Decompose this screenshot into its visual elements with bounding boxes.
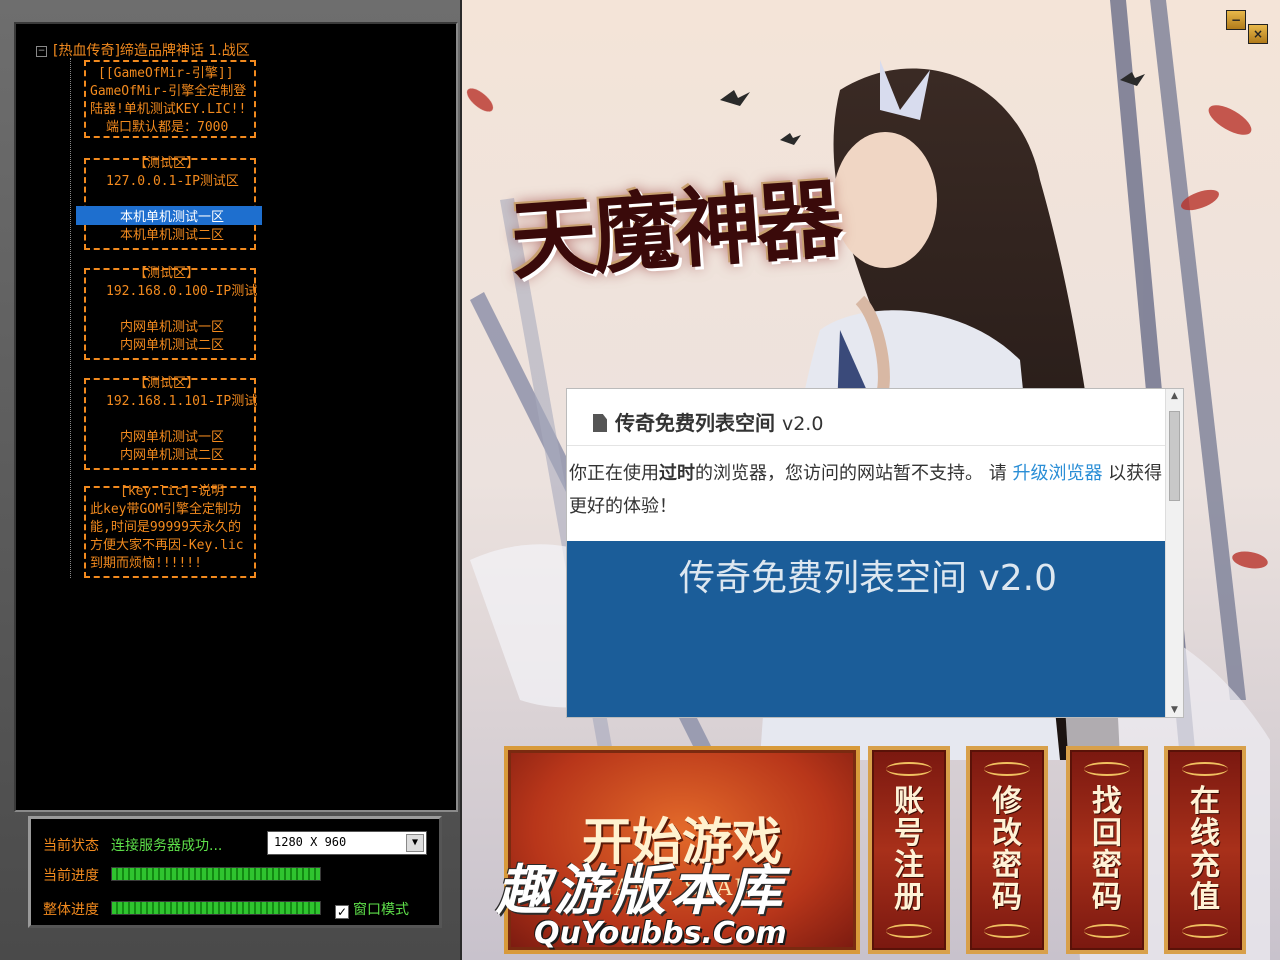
scroll-thumb[interactable] bbox=[1169, 411, 1180, 501]
recharge-label: 在线充值 bbox=[1190, 784, 1220, 915]
ornament-icon bbox=[886, 924, 932, 938]
minimize-button[interactable]: − bbox=[1226, 10, 1246, 30]
tree-item[interactable]: 端口默认都是：7000 bbox=[106, 116, 228, 135]
tree-item[interactable]: 陆器!单机测试KEY.LIC!! bbox=[90, 98, 246, 117]
browser-scrollbar[interactable]: ▲ ▼ bbox=[1165, 389, 1183, 717]
tree-guide-line bbox=[70, 58, 71, 578]
ornament-icon bbox=[984, 924, 1030, 938]
tree-item[interactable]: 内网单机测试一区 bbox=[120, 426, 224, 445]
tree-item-selected[interactable]: 本机单机测试一区 bbox=[76, 206, 262, 225]
tree-item[interactable]: [key.lic]-说明 bbox=[120, 480, 224, 499]
register-label: 账号注册 bbox=[894, 784, 924, 915]
ornament-icon bbox=[984, 762, 1030, 776]
resolution-value: 1280 X 960 bbox=[274, 835, 347, 849]
banner-title: 传奇免费列表空间 v2.0 bbox=[679, 558, 1058, 599]
tree-item[interactable]: 127.0.0.1-IP测试区 bbox=[106, 170, 239, 189]
divider bbox=[567, 445, 1167, 446]
tree-item[interactable]: 192.168.0.100-IP测试 bbox=[106, 280, 257, 299]
document-icon bbox=[593, 414, 607, 432]
browser-version: v2.0 bbox=[781, 413, 824, 435]
collapse-toggle-icon[interactable]: − bbox=[36, 45, 47, 57]
tree-item[interactable]: 内网单机测试二区 bbox=[120, 444, 224, 463]
watermark-chinese: 趣游版本库 bbox=[496, 858, 786, 922]
tree-item[interactable]: 【测试区】 bbox=[134, 152, 199, 171]
tree-item[interactable]: 192.168.1.101-IP测试 bbox=[106, 390, 257, 409]
status-panel: 当前状态 连接服务器成功... 1280 X 960 ▼ 当前进度 整体进度 ✓… bbox=[28, 816, 442, 928]
tree-item[interactable]: 【测试区】 bbox=[134, 372, 199, 391]
outdated-browser-message: 你正在使用过时的浏览器，您访问的网站暂不支持。 请 升级浏览器 以获得更好的体验… bbox=[569, 457, 1165, 523]
tree-item[interactable]: 内网单机测试二区 bbox=[120, 334, 224, 353]
upgrade-browser-link[interactable]: 升级浏览器 bbox=[1012, 463, 1102, 484]
window-mode-label: 窗口模式 bbox=[353, 902, 409, 918]
browser-title-text: 传奇免费列表空间 bbox=[615, 411, 775, 435]
checkbox-icon[interactable]: ✓ bbox=[335, 905, 349, 919]
ornament-icon bbox=[886, 762, 932, 776]
message-bold-text: 过时 bbox=[659, 463, 695, 484]
tree-item[interactable]: 方便大家不再因-Key.lic bbox=[90, 534, 244, 553]
ornament-icon bbox=[1084, 924, 1130, 938]
overall-progress-fill bbox=[112, 902, 320, 914]
current-status-label: 当前状态 bbox=[43, 838, 99, 854]
overall-progress-bar bbox=[111, 901, 321, 915]
embedded-browser: 传奇免费列表空间 v2.0 你正在使用过时的浏览器，您访问的网站暂不支持。 请 … bbox=[566, 388, 1184, 718]
recover-password-label: 找回密码 bbox=[1092, 784, 1122, 915]
recharge-button[interactable]: 在线充值 bbox=[1164, 746, 1246, 954]
tree-item[interactable]: 能,时间是99999天永久的 bbox=[90, 516, 241, 535]
scroll-up-icon[interactable]: ▲ bbox=[1168, 391, 1181, 403]
tree-root-label: [热血传奇]缔造品牌神话 1.战区 bbox=[53, 43, 250, 59]
resolution-select[interactable]: 1280 X 960 ▼ bbox=[267, 831, 427, 855]
ornament-icon bbox=[1084, 762, 1130, 776]
tree-item[interactable]: 内网单机测试一区 bbox=[120, 316, 224, 335]
tree-item[interactable]: 到期而烦恼!!!!!! bbox=[90, 552, 202, 571]
change-password-button[interactable]: 修改密码 bbox=[966, 746, 1048, 954]
message-text: 你正在使用 bbox=[569, 463, 659, 484]
browser-page-title: 传奇免费列表空间 v2.0 bbox=[593, 407, 823, 436]
tree-item[interactable]: 本机单机测试二区 bbox=[120, 224, 224, 243]
watermark-english: QuYoubbs.Com bbox=[534, 916, 787, 951]
register-button[interactable]: 账号注册 bbox=[868, 746, 950, 954]
overall-progress-label: 整体进度 bbox=[43, 902, 99, 918]
window-mode-checkbox[interactable]: ✓ 窗口模式 bbox=[335, 899, 409, 919]
tree-item[interactable]: GameOfMir-引擎全定制登 bbox=[90, 80, 246, 99]
current-progress-fill bbox=[112, 868, 320, 880]
current-status-value: 连接服务器成功... bbox=[111, 838, 223, 854]
scroll-down-icon[interactable]: ▼ bbox=[1168, 705, 1181, 717]
current-progress-label: 当前进度 bbox=[43, 868, 99, 884]
current-progress-bar bbox=[111, 867, 321, 881]
tree-item[interactable]: 此key带GOM引擎全定制功 bbox=[90, 498, 241, 517]
server-tree: − [热血传奇]缔造品牌神话 1.战区 [[GameOfMir-引擎]] Game… bbox=[14, 22, 458, 812]
game-title-logo: 天魔神器 bbox=[507, 168, 842, 293]
ornament-icon bbox=[1182, 924, 1228, 938]
ornament-icon bbox=[1182, 762, 1228, 776]
message-text: 的浏览器，您访问的网站暂不支持。 请 bbox=[695, 463, 1013, 484]
tree-root[interactable]: − [热血传奇]缔造品牌神话 1.战区 bbox=[36, 40, 250, 60]
recover-password-button[interactable]: 找回密码 bbox=[1066, 746, 1148, 954]
dropdown-arrow-icon[interactable]: ▼ bbox=[406, 834, 424, 852]
tree-item[interactable]: [[GameOfMir-引擎]] bbox=[98, 62, 234, 81]
tree-item[interactable]: 【测试区】 bbox=[134, 262, 199, 281]
change-password-label: 修改密码 bbox=[992, 784, 1022, 915]
close-button[interactable]: × bbox=[1248, 24, 1268, 44]
server-list-panel: − [热血传奇]缔造品牌神话 1.战区 [[GameOfMir-引擎]] Game… bbox=[0, 0, 462, 960]
